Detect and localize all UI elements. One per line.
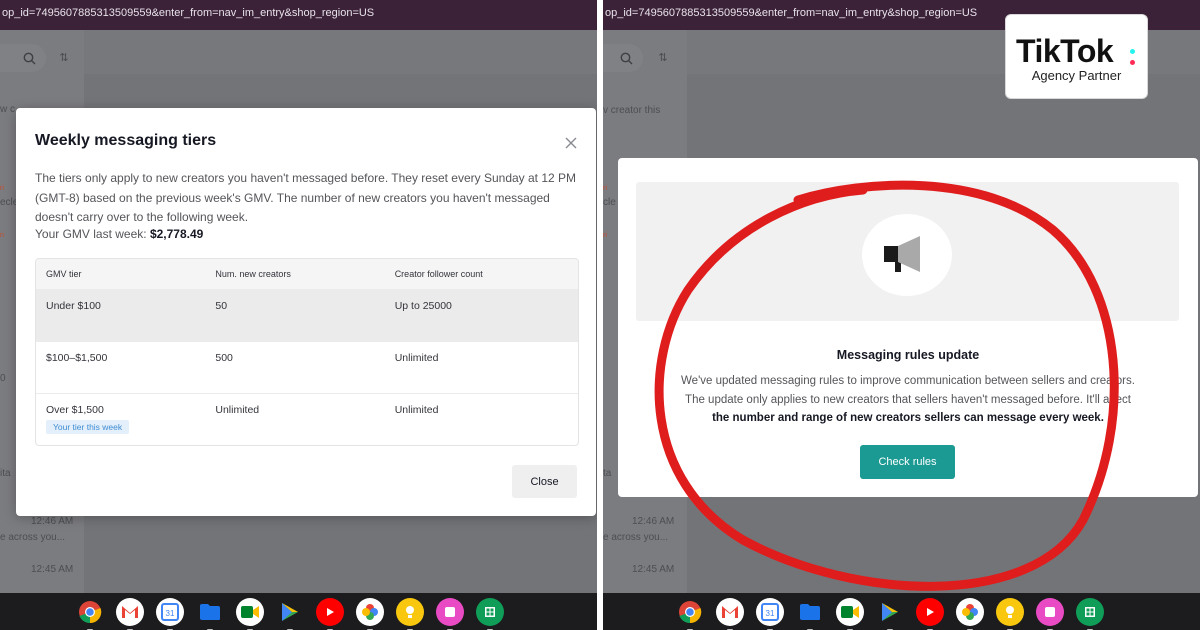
gmv-summary: Your GMV last week: $2,778.49 <box>35 227 203 241</box>
files-icon[interactable] <box>796 598 824 630</box>
timestamp: 12:45 AM <box>632 564 675 575</box>
table-cell: $100–$1,500 <box>46 352 108 364</box>
right-screenshot: op_id=7495607885313509559&enter_from=nav… <box>603 0 1200 630</box>
current-tier-badge: Your tier this week <box>46 420 130 434</box>
filter-icon[interactable]: ⇅ <box>56 50 72 66</box>
youtube-icon[interactable] <box>916 598 944 630</box>
table-cell: Unlimited <box>215 404 260 416</box>
bg-label: ri <box>0 232 4 239</box>
shelf-apps: 31 <box>76 598 504 630</box>
filter-icon[interactable]: ⇅ <box>655 50 671 66</box>
update-line: The update only applies to new creators … <box>685 393 1131 406</box>
sheets-icon[interactable] <box>476 598 504 630</box>
url-bar[interactable]: op_id=7495607885313509559&enter_from=nav… <box>0 0 597 30</box>
table-cell: 500 <box>215 352 233 364</box>
youtube-icon[interactable] <box>316 598 344 630</box>
modal-description: The tiers only apply to new creators you… <box>35 171 577 224</box>
update-line-bold: the number and range of new creators sel… <box>712 412 1104 424</box>
photos-icon[interactable] <box>356 598 384 630</box>
chrome-icon[interactable] <box>676 598 704 630</box>
files-icon[interactable] <box>196 598 224 630</box>
tiktok-agency-partner-badge: TikTok Agency Partner <box>1005 14 1148 99</box>
gmail-icon[interactable] <box>716 598 744 630</box>
close-button[interactable]: Close <box>512 465 577 498</box>
search-button[interactable] <box>603 44 643 72</box>
column-header: Creator follower count <box>394 269 483 279</box>
tiers-table: GMV tier Num. new creators Creator follo… <box>35 258 579 446</box>
column-header: Num. new creators <box>215 269 291 279</box>
app-header <box>0 30 597 74</box>
keep-icon[interactable] <box>396 598 424 630</box>
tiktok-logo: TikTok <box>1016 33 1114 69</box>
megaphone-icon <box>884 236 920 272</box>
table-header: GMV tier Num. new creators Creator follo… <box>36 259 578 289</box>
gmv-value: $2,778.49 <box>149 227 204 241</box>
close-icon[interactable] <box>564 136 578 150</box>
table-cell: 50 <box>215 300 228 312</box>
meet-icon[interactable] <box>836 598 864 630</box>
table-row: Over $1,500 Your tier this week Unlimite… <box>36 393 578 445</box>
play-store-icon[interactable] <box>276 598 304 630</box>
bg-text: v creator this <box>603 105 661 116</box>
search-button[interactable] <box>0 44 46 72</box>
update-line: We've updated messaging rules to improve… <box>681 375 1135 387</box>
table-cell: Up to 25000 <box>394 300 452 312</box>
table-row: $100–$1,500 500 Unlimited <box>36 341 578 393</box>
svg-text:31: 31 <box>766 609 775 618</box>
gmail-icon[interactable] <box>116 598 144 630</box>
agency-partner-label: Agency Partner <box>1031 68 1122 83</box>
bg-text: w c <box>0 104 15 115</box>
table-cell: Over $1,500 Your tier this week <box>36 404 215 434</box>
hero-circle <box>862 214 952 296</box>
play-store-icon[interactable] <box>876 598 904 630</box>
update-description: We've updated messaging rules to improve… <box>648 372 1168 428</box>
bg-label: ri <box>0 185 4 192</box>
chrome-icon[interactable] <box>76 598 104 630</box>
table-cell: Under $100 <box>46 300 101 312</box>
timestamp: 12:46 AM <box>632 516 675 527</box>
svg-text:31: 31 <box>166 609 175 618</box>
keep-icon[interactable] <box>996 598 1024 630</box>
search-icon <box>23 52 36 64</box>
calendar-icon[interactable]: 31 <box>756 598 784 630</box>
table-row: Under $100 50 Up to 25000 <box>36 289 578 341</box>
weekly-tiers-modal: Weekly messaging tiers The tiers only ap… <box>16 108 596 516</box>
message-preview: e across you... <box>603 532 669 543</box>
update-title: Messaging rules update <box>836 348 980 362</box>
bg-label: ri <box>603 185 607 192</box>
modal-title: Weekly messaging tiers <box>35 132 217 149</box>
bg-label: ri <box>603 232 607 239</box>
sheets-icon[interactable] <box>1076 598 1104 630</box>
tier-label: Over $1,500 <box>46 404 104 416</box>
search-icon <box>620 52 633 64</box>
timestamp: 12:45 AM <box>31 564 74 575</box>
bg-text: 0 <box>0 373 6 384</box>
hero-banner <box>636 182 1179 321</box>
clipboard-app-icon[interactable] <box>1036 598 1064 630</box>
clipboard-app-icon[interactable] <box>436 598 464 630</box>
calendar-icon[interactable]: 31 <box>156 598 184 630</box>
table-cell: Unlimited <box>394 404 439 416</box>
column-header: GMV tier <box>46 269 82 279</box>
photos-icon[interactable] <box>956 598 984 630</box>
timestamp: 12:46 AM <box>31 516 74 527</box>
bg-text: ta <box>603 468 612 479</box>
messaging-rules-update-card: Messaging rules update We've updated mes… <box>618 158 1198 497</box>
bg-text: ita <box>0 468 11 479</box>
left-screenshot: op_id=7495607885313509559&enter_from=nav… <box>0 0 597 630</box>
gmv-label: Your GMV last week: <box>35 227 147 241</box>
meet-icon[interactable] <box>236 598 264 630</box>
check-rules-button[interactable]: Check rules <box>860 445 955 479</box>
bg-text: cle <box>603 197 616 208</box>
table-cell: Unlimited <box>394 352 439 364</box>
message-preview: e across you... <box>0 532 66 543</box>
shelf-apps: 31 <box>676 598 1104 630</box>
